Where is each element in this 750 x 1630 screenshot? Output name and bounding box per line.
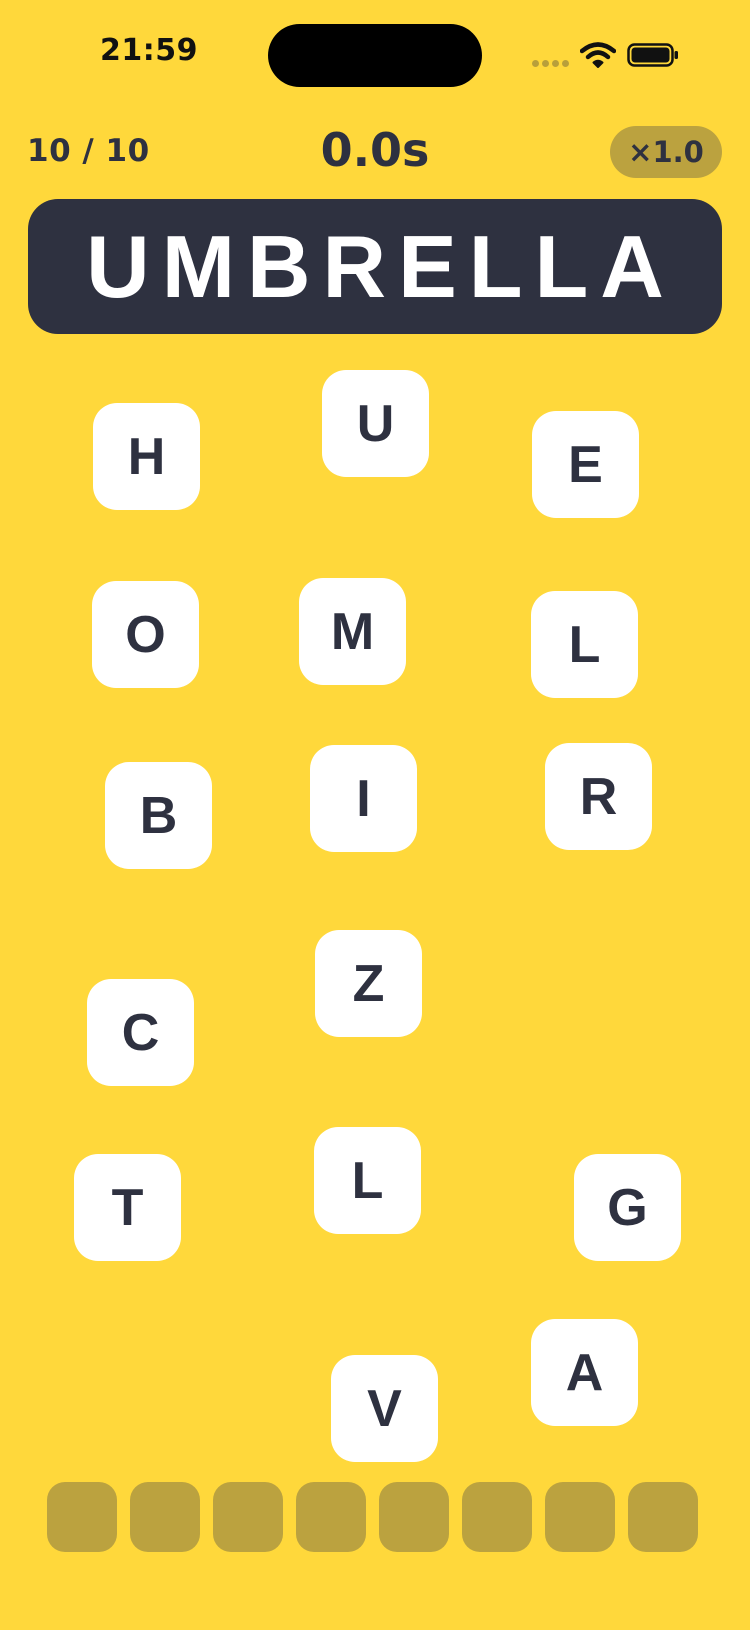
letter-tile[interactable]: T <box>74 1154 181 1261</box>
signal-dots-icon <box>532 60 569 67</box>
answer-slot[interactable] <box>628 1482 698 1552</box>
letter-tile[interactable]: E <box>532 411 639 518</box>
target-word: UMBRELLA <box>86 216 676 316</box>
answer-slot[interactable] <box>379 1482 449 1552</box>
letter-tile[interactable]: L <box>531 591 638 698</box>
letter-tile[interactable]: M <box>299 578 406 685</box>
letter-tile[interactable]: B <box>105 762 212 869</box>
letter-tile[interactable]: U <box>322 370 429 477</box>
letter-tile[interactable]: C <box>87 979 194 1086</box>
letter-tile[interactable]: I <box>310 745 417 852</box>
wifi-icon <box>580 42 616 68</box>
letter-tile[interactable]: R <box>545 743 652 850</box>
status-bar-time: 21:59 <box>100 33 198 68</box>
answer-slot[interactable] <box>296 1482 366 1552</box>
answer-slot[interactable] <box>462 1482 532 1552</box>
answer-slot[interactable] <box>130 1482 200 1552</box>
letter-tile[interactable]: G <box>574 1154 681 1261</box>
letter-tile[interactable]: V <box>331 1355 438 1462</box>
answer-slot[interactable] <box>47 1482 117 1552</box>
target-word-banner: UMBRELLA <box>28 199 722 334</box>
letter-tile[interactable]: L <box>314 1127 421 1234</box>
dynamic-island <box>268 24 482 87</box>
letter-tile[interactable]: Z <box>315 930 422 1037</box>
letter-tile[interactable]: H <box>93 403 200 510</box>
answer-slot[interactable] <box>213 1482 283 1552</box>
letter-tile[interactable]: O <box>92 581 199 688</box>
answer-slot[interactable] <box>545 1482 615 1552</box>
score-multiplier-badge: ×1.0 <box>610 126 722 178</box>
letter-tile[interactable]: A <box>531 1319 638 1426</box>
answer-slots <box>47 1482 698 1552</box>
battery-icon <box>627 43 678 67</box>
